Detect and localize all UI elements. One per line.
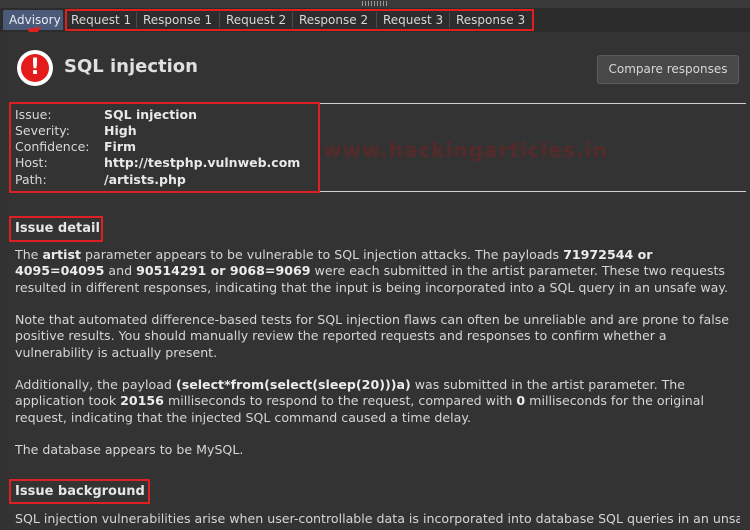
issue-detail-paragraph-3: Additionally, the payload (select*from(s… [15,377,704,425]
watermark: www.hackingarticles.in [323,138,608,162]
resize-grip-icon[interactable] [362,1,388,6]
compare-responses-button[interactable]: Compare responses [597,55,739,84]
window-top-strip [0,0,750,8]
annotation-box-properties [9,102,320,193]
annotation-box-tabs [65,9,534,31]
issue-detail-paragraph-4: The database appears to be MySQL. [15,442,244,457]
issue-background-paragraph-1: SQL injection vulnerabilities arise when… [15,511,740,526]
divider [318,191,746,192]
issue-detail-paragraph-1: The artist parameter appears to be vulne… [15,247,729,295]
issue-detail-paragraph-2: Note that automated difference-based tes… [15,312,730,360]
annotation-box-issue-detail [9,216,103,242]
annotation-box-issue-background [9,479,150,504]
page-title: SQL injection [64,56,198,77]
alert-icon: ! [17,50,53,86]
divider [318,103,746,104]
